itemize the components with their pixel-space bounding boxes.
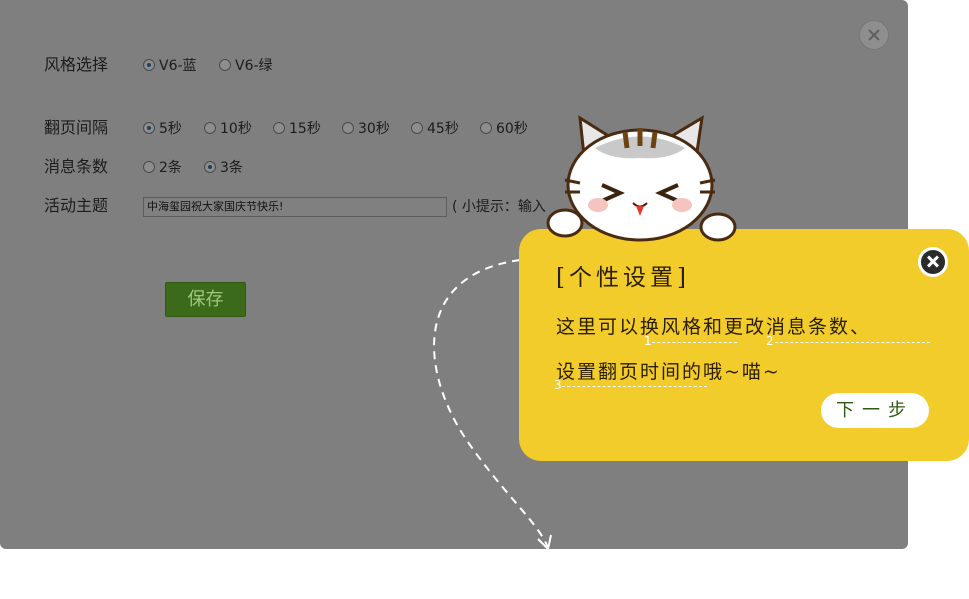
interval-option-60[interactable]: 60秒 <box>480 120 528 138</box>
count-label: 消息条数 <box>44 157 109 176</box>
radio-icon[interactable] <box>143 59 155 71</box>
radio-icon[interactable] <box>204 161 216 173</box>
save-button[interactable]: 保存 <box>165 282 246 317</box>
tip-line-1: 这里可以换风格和更改消息条数、 <box>556 316 872 338</box>
cat-mascot-icon <box>546 115 737 242</box>
theme-hint: ( 小提示：输入 <box>452 199 546 215</box>
interval-label: 翻页间隔 <box>44 118 109 137</box>
radio-icon[interactable] <box>219 59 231 71</box>
radio-icon[interactable] <box>342 122 354 134</box>
theme-label: 活动主题 <box>44 196 109 215</box>
style-option-green[interactable]: V6-绿 <box>219 57 273 75</box>
next-step-button[interactable]: 下一步 <box>821 393 929 428</box>
interval-option-45[interactable]: 45秒 <box>411 120 459 138</box>
interval-option-10[interactable]: 10秒 <box>204 120 252 138</box>
interval-option-5[interactable]: 5秒 <box>143 120 182 138</box>
marker-2: 2 <box>766 334 774 348</box>
theme-input[interactable]: 中海玺园祝大家国庆节快乐! <box>143 197 447 217</box>
radio-icon[interactable] <box>204 122 216 134</box>
count-option-3[interactable]: 3条 <box>204 159 243 177</box>
interval-option-15[interactable]: 15秒 <box>273 120 321 138</box>
style-label: 风格选择 <box>44 55 109 74</box>
interval-option-30[interactable]: 30秒 <box>342 120 390 138</box>
count-option-2[interactable]: 2条 <box>143 159 182 177</box>
style-option-blue[interactable]: V6-蓝 <box>143 57 197 75</box>
radio-icon[interactable] <box>143 161 155 173</box>
marker-2-line <box>775 342 930 343</box>
radio-icon[interactable] <box>411 122 423 134</box>
radio-icon[interactable] <box>480 122 492 134</box>
tip-close-icon[interactable] <box>918 247 948 277</box>
marker-1-line <box>652 342 737 343</box>
radio-icon[interactable] <box>143 122 155 134</box>
tip-title: [个性设置] <box>556 265 690 291</box>
tip-line-2: 设置翻页时间的哦~喵~ <box>556 361 781 383</box>
marker-3: 3 <box>554 378 562 392</box>
radio-icon[interactable] <box>273 122 285 134</box>
marker-1: 1 <box>644 334 652 348</box>
marker-3-line <box>562 386 707 387</box>
panel-close-icon[interactable] <box>859 20 889 50</box>
